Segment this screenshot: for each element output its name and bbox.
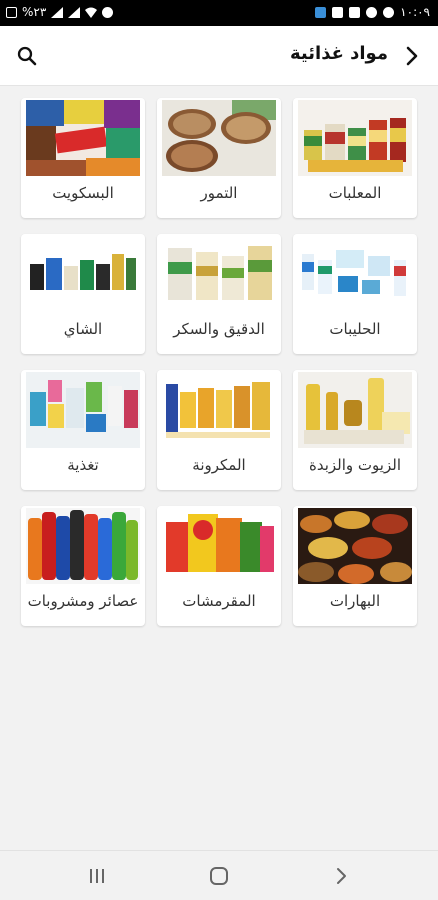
app-notification-icon (315, 6, 327, 18)
home-button[interactable] (206, 863, 232, 889)
back-icon (337, 868, 346, 884)
category-label: الدقيق والسكر (173, 320, 265, 338)
category-label: التمور (200, 184, 238, 202)
category-card-flour-sugar[interactable]: الدقيق والسكر (157, 234, 281, 354)
system-back-button[interactable] (328, 863, 354, 889)
oils-butter-image (298, 372, 412, 448)
category-label: المعلبات (328, 184, 382, 202)
category-card-tea[interactable]: الشاي (21, 234, 145, 354)
flour-sugar-image (162, 236, 276, 312)
pasta-image (162, 372, 276, 448)
category-label: تغذية (67, 456, 99, 474)
status-bar-right: ١٠:٠٩ (315, 5, 430, 19)
category-card-dates[interactable]: التمور (157, 98, 281, 218)
search-icon (17, 46, 37, 66)
category-grid: المعلبات التمور البسكويت الحليبات الدقيق… (21, 98, 417, 626)
gallery-icon (332, 6, 344, 18)
chevron-right-icon (406, 46, 418, 66)
spices-image (298, 508, 412, 584)
signal-icon (51, 6, 64, 18)
home-icon (210, 867, 228, 885)
back-button[interactable] (394, 38, 430, 74)
category-label: البهارات (329, 592, 381, 610)
dairy-image (298, 236, 412, 312)
category-card-biscuits[interactable]: البسكويت (21, 98, 145, 218)
recents-button[interactable] (84, 863, 110, 889)
status-time: ١٠:٠٩ (400, 5, 430, 19)
category-card-canned-goods[interactable]: المعلبات (293, 98, 417, 218)
category-card-baby-nutrition[interactable]: تغذية (21, 370, 145, 490)
wifi-icon (85, 7, 98, 18)
category-card-chips[interactable]: المقرمشات (157, 506, 281, 626)
page-title: مواد غذائية (290, 43, 388, 64)
category-card-oils-butter[interactable]: الزيوت والزبدة (293, 370, 417, 490)
juices-drinks-image (26, 508, 140, 584)
search-button[interactable] (10, 39, 44, 73)
file-icon (349, 6, 361, 18)
category-label: المكرونة (192, 456, 246, 474)
canned-goods-image (298, 100, 412, 176)
category-label: البسكويت (52, 184, 114, 202)
dates-image (162, 100, 276, 176)
category-card-dairy[interactable]: الحليبات (293, 234, 417, 354)
person-icon (366, 6, 378, 18)
settings-icon (383, 6, 395, 18)
category-card-pasta[interactable]: المكرونة (157, 370, 281, 490)
battery-icon (6, 6, 17, 18)
tea-image (26, 236, 140, 312)
app-header: مواد غذائية (0, 26, 438, 86)
biscuits-image (26, 100, 140, 176)
category-label: الحليبات (329, 320, 381, 338)
category-card-spices[interactable]: البهارات (293, 506, 417, 626)
alarm-icon (102, 6, 114, 18)
navigation-bar (0, 850, 438, 900)
battery-percent: %٢٣ (22, 5, 47, 19)
category-label: الزيوت والزبدة (309, 456, 401, 474)
status-bar-left: %٢٣ (6, 5, 114, 19)
chips-image (162, 508, 276, 584)
recents-icon (90, 869, 104, 883)
category-label: الشاي (63, 320, 103, 338)
baby-nutrition-image (26, 372, 140, 448)
category-card-juices-drinks[interactable]: عصائر ومشروبات (21, 506, 145, 626)
category-label: عصائر ومشروبات (27, 592, 139, 610)
signal-icon (68, 6, 81, 18)
status-bar: %٢٣ ١٠:٠٩ (0, 0, 438, 26)
category-label: المقرمشات (182, 592, 256, 610)
